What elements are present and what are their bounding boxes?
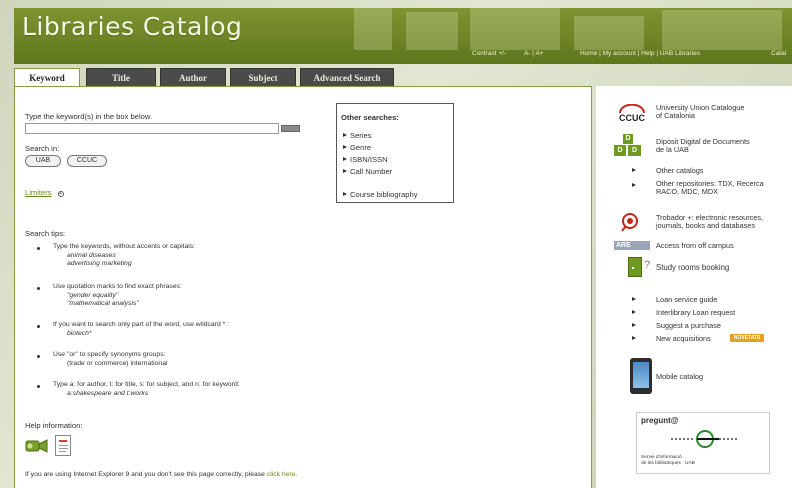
plus-icon[interactable]: + — [57, 191, 64, 197]
other-search-isbn[interactable]: ISBN/ISSN — [343, 155, 388, 164]
tip-text: Type the keywords, without accents or ca… — [53, 243, 196, 250]
ccuc-link[interactable]: University Union Catalogue of Catalonia — [656, 104, 744, 120]
off-campus-link[interactable]: Access from off campus — [656, 242, 734, 250]
triangle-right-icon — [343, 133, 347, 137]
scope-ccuc-button[interactable]: CCUC — [67, 155, 107, 167]
pregunta-widget[interactable]: pregunt@ Servei d'informació de les bibli… — [636, 412, 770, 474]
suggest-purchase-link[interactable]: Suggest a purchase — [656, 322, 721, 330]
mobile-catalog-link[interactable]: Mobile catalog — [656, 373, 703, 381]
tip-text: If you want to search only part of the w… — [53, 321, 230, 328]
loan-service-guide-link[interactable]: Loan service guide — [656, 296, 717, 304]
triangle-right-icon — [632, 168, 636, 172]
scope-uab-button[interactable]: UAB — [25, 155, 61, 167]
pdf-help-icon[interactable] — [55, 435, 71, 456]
header-decor — [406, 12, 458, 50]
header-decor — [470, 8, 560, 50]
tip-example: advertising marketing — [67, 260, 132, 267]
triangle-right-icon — [632, 336, 636, 340]
tip-text: Use "or" to specify synonyms groups: — [53, 351, 166, 358]
other-search-series[interactable]: Series — [343, 131, 372, 140]
tip-example: animal diseases — [67, 252, 116, 259]
triangle-right-icon — [343, 169, 347, 173]
triangle-right-icon — [632, 297, 636, 301]
tip-example: a:shakespeare and t:works — [67, 390, 149, 397]
help-title: Help information: — [25, 421, 83, 430]
pregunta-caption: Servei d'informació de les biblioteques ·… — [641, 455, 695, 466]
pregunta-logo-icon — [667, 429, 747, 449]
bullet-icon — [37, 385, 40, 388]
ddd-logo[interactable]: D D D — [614, 134, 642, 156]
triangle-right-icon — [632, 323, 636, 327]
limiters-toggle[interactable]: Limiters + — [25, 188, 64, 197]
mobile-phone-icon[interactable] — [630, 358, 652, 394]
ccuc-logo[interactable]: CCUC — [616, 103, 648, 124]
tip-text: Use quotation marks to find exact phrase… — [53, 283, 182, 290]
tab-title[interactable]: Title — [86, 68, 156, 87]
other-search-genre[interactable]: Genre — [343, 143, 371, 152]
question-icon: ? — [644, 259, 651, 271]
triangle-right-icon — [632, 183, 636, 187]
site-header: Libraries Catalog Contrast +/- A- | A+ H… — [14, 8, 792, 64]
bullet-icon — [37, 287, 40, 290]
header-decor — [662, 10, 782, 50]
search-tabs: Keyword Title Author Subject Advanced Se… — [14, 68, 594, 87]
header-decor — [354, 8, 392, 50]
other-searches-title: Other searches: — [341, 113, 399, 122]
pregunta-title: pregunt@ — [641, 416, 679, 425]
right-sidebar: CCUC University Union Catalogue of Catalo… — [596, 86, 792, 488]
new-acquisitions-link[interactable]: New acquisitions — [656, 335, 711, 343]
bullet-icon — [37, 247, 40, 250]
other-searches-box: Other searches: Series Genre ISBN/ISSN C… — [336, 103, 454, 203]
video-help-icon[interactable] — [25, 437, 51, 455]
search-submit-button[interactable] — [281, 125, 300, 132]
tab-advanced-search[interactable]: Advanced Search — [300, 68, 394, 87]
new-badge: NOVETATS — [730, 334, 764, 342]
other-catalogs-link[interactable]: Other catalogs — [656, 167, 703, 175]
tab-subject[interactable]: Subject — [230, 68, 296, 87]
font-size-toggle[interactable]: A- | A+ — [524, 50, 544, 57]
study-rooms-link[interactable]: Study rooms booking — [656, 264, 729, 272]
bullet-icon — [37, 355, 40, 358]
page-title: Libraries Catalog — [22, 12, 243, 41]
interlibrary-loan-link[interactable]: Interlibrary Loan request — [656, 309, 735, 317]
other-repositories-link[interactable]: Other repositories: TDX, Recerca RACO, MD… — [656, 180, 764, 196]
header-decor — [574, 16, 644, 50]
svg-text:CCUC: CCUC — [619, 113, 645, 123]
search-panel: Type the keyword(s) in the box below. Se… — [14, 86, 592, 488]
trobador-link[interactable]: Trobador +: electronic resources, journal… — [656, 214, 763, 230]
top-nav-catalog-link[interactable]: Catal — [771, 50, 786, 57]
search-in-label: Search in: — [25, 144, 60, 153]
triangle-right-icon — [343, 145, 347, 149]
triangle-right-icon — [632, 310, 636, 314]
tab-keyword[interactable]: Keyword — [14, 68, 80, 87]
tip-example: (trade or commerce) international — [67, 360, 168, 367]
triangle-right-icon — [343, 157, 347, 161]
click-here-link[interactable]: click here. — [267, 471, 298, 478]
top-nav-links[interactable]: Home | My account | Help | UAB Libraries — [580, 50, 700, 57]
other-search-course-bibliography[interactable]: Course bibliography — [343, 190, 418, 199]
tab-author[interactable]: Author — [160, 68, 226, 87]
tip-example: "gender equality" — [67, 292, 119, 299]
contrast-toggle[interactable]: Contrast +/- — [472, 50, 506, 57]
tip-example: biotech* — [67, 330, 92, 337]
door-icon[interactable] — [628, 257, 642, 277]
triangle-right-icon — [343, 192, 347, 196]
search-prompt: Type the keyword(s) in the box below. — [25, 112, 153, 121]
keyword-search-input[interactable] — [25, 123, 279, 134]
limiters-link[interactable]: Limiters — [25, 188, 52, 197]
ie-notice: If you are using Internet Explorer 9 and… — [25, 471, 298, 478]
other-search-call-number[interactable]: Call Number — [343, 167, 392, 176]
tip-text: Type a: for author, t: for title, s: for… — [53, 381, 240, 388]
trobador-icon[interactable] — [620, 212, 640, 232]
are-logo[interactable]: ARE — [614, 241, 650, 250]
search-tips-title: Search tips: — [25, 229, 66, 238]
ddd-link[interactable]: Dipòsit Digital de Documents de la UAB — [656, 138, 750, 154]
tip-example: "mathematical analysis" — [67, 300, 139, 307]
bullet-icon — [37, 325, 40, 328]
